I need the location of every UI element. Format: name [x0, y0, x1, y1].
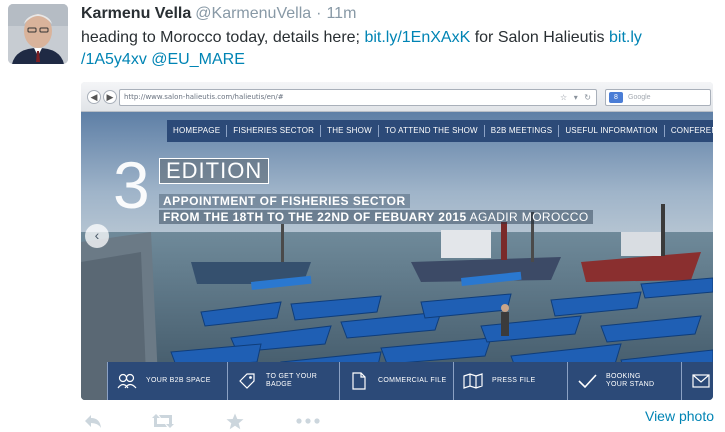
- address-bar-icons: ☆ ▾ ↻: [560, 93, 593, 102]
- tweet-text: heading to Morocco today, details here; …: [81, 27, 721, 71]
- search-engine-badge: 8: [609, 92, 623, 103]
- headline-dates: FROM THE 18TH TO THE 22ND OF FEBUARY 201…: [159, 210, 593, 224]
- author-handle[interactable]: @KarmenuVella: [195, 5, 311, 22]
- address-bar: http://www.salon-halieutis.com/halieutis…: [119, 89, 597, 106]
- document-icon: [348, 370, 370, 392]
- tweet: Karmenu Vella @KarmenuVella · 11m heading t…: [0, 0, 725, 432]
- tweet-link-2-cont[interactable]: /1A5y4xv: [81, 51, 147, 68]
- headline-prefix: APPOINTMENT: [163, 194, 260, 208]
- nav-homepage: HOMEPAGE: [167, 125, 228, 137]
- nav-attend: TO ATTEND THE SHOW: [379, 125, 485, 137]
- badge-label: TO GET YOUR BADGE: [266, 373, 318, 388]
- harbor-photo: [81, 112, 713, 400]
- press-file-item: PRESS FILE: [453, 362, 567, 400]
- commercial-file-item: COMMERCIAL FILE: [339, 362, 453, 400]
- tweet-photo[interactable]: ◀ ▶ http://www.salon-halieutis.com/halie…: [81, 82, 713, 400]
- header-separator: ·: [316, 5, 322, 22]
- tweet-link-2[interactable]: bit.ly: [609, 29, 642, 46]
- mention-eu-mare[interactable]: @EU_MARE: [151, 51, 245, 68]
- reply-icon[interactable]: [82, 412, 104, 430]
- b2b-space-label: YOUR B2B SPACE: [146, 377, 211, 384]
- salon-website: HOMEPAGE FISHERIES SECTOR THE SHOW TO AT…: [81, 112, 713, 400]
- browser-search: 8 Google: [605, 89, 711, 106]
- site-bottom-bar: YOUR B2B SPACE TO GET YOUR BADGE COMMERC…: [107, 362, 713, 400]
- author-name[interactable]: Karmenu Vella: [81, 5, 191, 22]
- edition-label: EDITION: [159, 158, 270, 184]
- press-file-label: PRESS FILE: [492, 377, 536, 384]
- address-url: http://www.salon-halieutis.com/halieutis…: [124, 93, 284, 101]
- tweet-text-segment: heading to Morocco today, details here;: [81, 29, 365, 46]
- booking-stand-label: BOOKING YOUR STAND: [606, 373, 655, 388]
- map-icon: [462, 370, 484, 392]
- back-icon: ◀: [87, 90, 101, 104]
- retweet-icon[interactable]: [150, 412, 176, 430]
- headline-location: AGADIR MOROCCO: [466, 210, 589, 224]
- browser-toolbar: ◀ ▶ http://www.salon-halieutis.com/halie…: [81, 82, 713, 112]
- headline-dates-main: FROM THE 18TH TO THE 22ND OF FEBUARY 201…: [163, 210, 467, 224]
- tweet-header: Karmenu Vella @KarmenuVella · 11m: [81, 4, 356, 24]
- mail-icon: [690, 370, 712, 392]
- tweet-link-1[interactable]: bit.ly/1EnXAxK: [364, 29, 470, 46]
- b2b-space-item: YOUR B2B SPACE: [107, 362, 227, 400]
- commercial-file-label: COMMERCIAL FILE: [378, 377, 447, 384]
- tweet-text-segment: for Salon Halieutis: [470, 29, 609, 46]
- tweet-timestamp[interactable]: 11m: [326, 5, 356, 22]
- more-icon[interactable]: [295, 412, 321, 430]
- favorite-icon[interactable]: [225, 412, 245, 430]
- nav-conferences: CONFERENCES / L: [670, 126, 713, 135]
- nav-b2b-meetings: B2B MEETINGS: [485, 125, 560, 137]
- headline-appointment: APPOINTMENT OF FISHERIES SECTOR: [159, 194, 410, 208]
- booking-stand-item: BOOKING YOUR STAND: [567, 362, 681, 400]
- tag-icon: [236, 370, 258, 392]
- users-icon: [116, 370, 138, 392]
- nav-fisheries-sector: FISHERIES SECTOR: [227, 125, 322, 137]
- site-top-nav: HOMEPAGE FISHERIES SECTOR THE SHOW TO AT…: [167, 120, 713, 142]
- check-icon: [576, 370, 598, 392]
- avatar[interactable]: [8, 4, 68, 64]
- headline-main: OF FISHERIES SECTOR: [259, 194, 406, 208]
- nav-useful-information: USEFUL INFORMATION: [559, 125, 665, 137]
- search-placeholder: Google: [628, 94, 651, 101]
- forward-icon: ▶: [103, 90, 117, 104]
- slider-prev-icon: ‹: [85, 224, 109, 248]
- badge-item: TO GET YOUR BADGE: [227, 362, 339, 400]
- edition-number: 3: [113, 148, 150, 222]
- contact-item: [681, 362, 713, 400]
- view-photo-link[interactable]: View photo: [645, 407, 714, 425]
- nav-the-show: THE SHOW: [321, 125, 379, 137]
- tweet-actions: [80, 410, 340, 432]
